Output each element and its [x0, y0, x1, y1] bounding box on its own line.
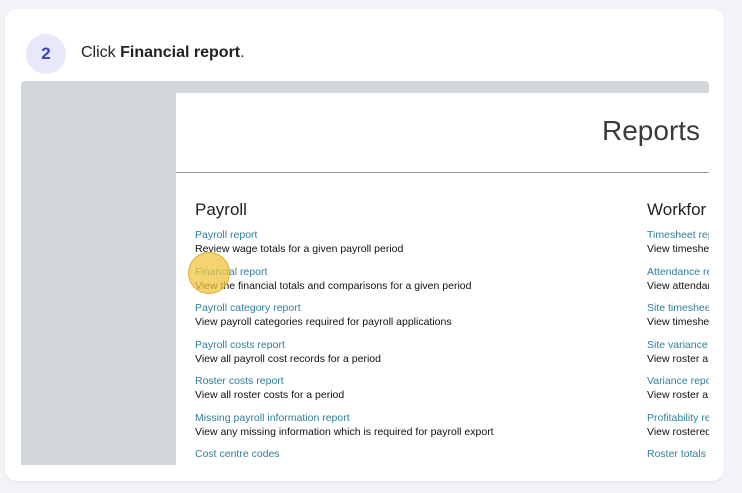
payroll-costs-report-link[interactable]: Payroll costs report	[195, 339, 625, 352]
report-description: View roster a	[647, 352, 709, 365]
report-description: View roster a	[647, 389, 709, 401]
profitability-report-link[interactable]: Profitability re	[647, 412, 709, 425]
missing-payroll-information-report-link[interactable]: Missing payroll information report	[195, 412, 625, 425]
report-description: View all payroll cost records for a peri…	[195, 352, 381, 365]
reports-panel: Reports Payroll Workfor Payroll report R…	[176, 93, 709, 465]
page-title: Reports	[602, 115, 701, 146]
click-target-highlight	[188, 252, 230, 294]
instruction-suffix: .	[240, 44, 245, 61]
workforce-report-list: Timesheet rep View timeshe Attendance re…	[647, 229, 709, 465]
instruction-target: Financial report	[120, 44, 241, 61]
list-item: Missing payroll information report View …	[195, 412, 625, 449]
list-item: Payroll report Review wage totals for a …	[195, 229, 625, 266]
attendance-report-link[interactable]: Attendance re	[647, 266, 709, 279]
list-item: Payroll category report View payroll cat…	[195, 302, 625, 339]
report-description: View any missing information which is re…	[195, 425, 494, 438]
list-item: Variance repo View roster a	[647, 375, 709, 412]
payroll-report-list: Payroll report Review wage totals for a …	[195, 229, 625, 465]
list-item: Attendance re View attendan	[647, 266, 709, 303]
timesheet-report-link[interactable]: Timesheet rep	[647, 229, 709, 242]
workforce-section-title: Workfor	[647, 200, 707, 219]
report-description: View the financial totals and comparison…	[195, 279, 472, 292]
list-item: Roster totals	[647, 448, 709, 465]
instruction-prefix: Click	[81, 44, 121, 61]
site-timesheet-report-link[interactable]: Site timeshee	[647, 302, 709, 315]
step-number: 2	[41, 44, 51, 63]
step-number-badge: 2	[26, 34, 66, 74]
list-item: Cost centre codes	[195, 448, 625, 465]
payroll-report-link[interactable]: Payroll report	[195, 229, 625, 242]
step-instruction: Click Financial report.	[81, 44, 245, 62]
list-item: Site timeshee View timeshe	[647, 302, 709, 339]
payroll-section-title: Payroll	[195, 200, 247, 219]
list-item: Financial report View the financial tota…	[195, 266, 625, 303]
reports-header: Reports	[176, 93, 709, 173]
list-item: Payroll costs report View all payroll co…	[195, 339, 625, 376]
list-item: Profitability re View rostered	[647, 412, 709, 449]
list-item: Roster costs report View all roster cost…	[195, 375, 625, 412]
financial-report-link[interactable]: Financial report	[195, 266, 625, 279]
cost-centre-codes-link[interactable]: Cost centre codes	[195, 448, 625, 461]
payroll-category-report-link[interactable]: Payroll category report	[195, 302, 625, 315]
step-screenshot: Reports Payroll Workfor Payroll report R…	[21, 81, 709, 465]
roster-totals-link[interactable]: Roster totals	[647, 448, 709, 461]
roster-costs-report-link[interactable]: Roster costs report	[195, 375, 625, 388]
report-description: View rostered	[647, 425, 709, 438]
report-description: View timeshe	[647, 316, 709, 328]
site-variance-report-link[interactable]: Site variance	[647, 339, 709, 352]
list-item: Site variance View roster a	[647, 339, 709, 376]
report-description: Review wage totals for a given payroll p…	[195, 243, 404, 255]
report-description: View all roster costs for a period	[195, 389, 345, 401]
report-description: View attendan	[647, 279, 709, 292]
report-description: View payroll categories required for pay…	[195, 316, 452, 328]
variance-report-link[interactable]: Variance repo	[647, 375, 709, 388]
list-item: Timesheet rep View timeshe	[647, 229, 709, 266]
report-description: View timeshe	[647, 243, 709, 255]
